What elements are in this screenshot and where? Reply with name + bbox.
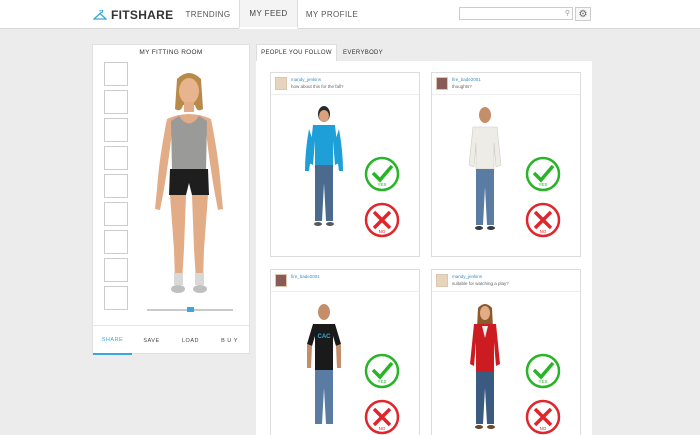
outfit-image[interactable]: CAC bbox=[291, 298, 357, 435]
garment-slot[interactable] bbox=[104, 258, 128, 282]
vote-no-label: NO bbox=[540, 229, 547, 234]
card-username[interactable]: fire_bade2001 bbox=[452, 77, 481, 82]
vote-yes-button[interactable]: YES bbox=[363, 352, 401, 390]
tab-people-you-follow[interactable]: PEOPLE YOU FOLLOW bbox=[256, 44, 337, 61]
card-header: fire_bade2001 bbox=[271, 270, 419, 292]
feed-card[interactable]: mandy_jenkins suitable for watching a pl… bbox=[431, 269, 581, 435]
avatar[interactable] bbox=[436, 77, 448, 90]
card-username[interactable]: mandy_jenkins bbox=[452, 274, 482, 279]
card-header: mandy_jenkins suitable for watching a pl… bbox=[432, 270, 580, 292]
card-header: fire_bade2001 thoughts? bbox=[432, 73, 580, 95]
settings-button[interactable]: ⚙ bbox=[575, 7, 591, 21]
card-message: how about this for the fall? bbox=[291, 84, 344, 89]
outfit-image[interactable] bbox=[452, 298, 518, 435]
vote-no-button[interactable]: NO bbox=[363, 201, 401, 239]
buy-button[interactable]: B U Y bbox=[210, 326, 249, 355]
card-header: mandy_jenkins how about this for the fal… bbox=[271, 73, 419, 95]
card-username[interactable]: fire_bade2001 bbox=[291, 274, 320, 279]
share-button[interactable]: SHARE bbox=[93, 326, 132, 355]
brand-name: FITSHARE bbox=[111, 8, 174, 22]
outfit-image[interactable] bbox=[291, 101, 357, 246]
search-input[interactable]: ⚲ bbox=[459, 7, 573, 20]
vote-no-button[interactable]: NO bbox=[524, 201, 562, 239]
feed-card[interactable]: mandy_jenkins how about this for the fal… bbox=[270, 72, 420, 257]
fitting-room-title: MY FITTING ROOM bbox=[139, 49, 203, 56]
vote-yes-label: YES bbox=[538, 182, 547, 187]
nav-my-feed[interactable]: MY FEED bbox=[239, 0, 298, 29]
garment-slot[interactable] bbox=[104, 202, 128, 226]
vote-yes-label: YES bbox=[377, 182, 386, 187]
feed-panel: mandy_jenkins how about this for the fal… bbox=[256, 61, 592, 435]
feed-card[interactable]: fire_bade2001 thoughts? YES NO bbox=[431, 72, 581, 257]
top-bar: FITSHARE TRENDING MY FEED MY PROFILE ⚲ ⚙ bbox=[0, 0, 700, 29]
load-button[interactable]: LOAD bbox=[171, 326, 210, 355]
garment-slot[interactable] bbox=[104, 146, 128, 170]
garment-slot[interactable] bbox=[104, 286, 128, 310]
vote-no-label: NO bbox=[540, 426, 547, 431]
vote-yes-button[interactable]: YES bbox=[524, 155, 562, 193]
feed-card[interactable]: fire_bade2001 CAC YES NO bbox=[270, 269, 420, 435]
search-icon[interactable]: ⚲ bbox=[565, 9, 570, 17]
avatar[interactable] bbox=[436, 274, 448, 287]
card-message: thoughts? bbox=[452, 84, 472, 89]
hanger-icon bbox=[93, 9, 107, 20]
vote-yes-button[interactable]: YES bbox=[524, 352, 562, 390]
garment-slot[interactable] bbox=[104, 62, 128, 86]
fitting-avatar bbox=[155, 73, 223, 293]
outfit-image[interactable] bbox=[452, 101, 518, 246]
vote-yes-label: YES bbox=[377, 379, 386, 384]
vote-no-label: NO bbox=[379, 229, 386, 234]
garment-slot[interactable] bbox=[104, 90, 128, 114]
garment-slot[interactable] bbox=[104, 118, 128, 142]
tab-everybody[interactable]: EVERYBODY bbox=[337, 44, 389, 61]
garment-slot[interactable] bbox=[104, 174, 128, 198]
logo[interactable]: FITSHARE bbox=[93, 7, 173, 23]
size-slider-handle[interactable] bbox=[187, 307, 194, 312]
vote-no-label: NO bbox=[379, 426, 386, 431]
card-username[interactable]: mandy_jenkins bbox=[291, 77, 321, 82]
nav-trending[interactable]: TRENDING bbox=[177, 0, 239, 29]
vote-yes-label: YES bbox=[538, 379, 547, 384]
save-button[interactable]: SAVE bbox=[132, 326, 171, 355]
avatar[interactable] bbox=[275, 274, 287, 287]
gear-icon: ⚙ bbox=[578, 8, 588, 20]
garment-slot[interactable] bbox=[104, 230, 128, 254]
fitting-actions: SHARE SAVE LOAD B U Y bbox=[93, 325, 249, 355]
avatar[interactable] bbox=[275, 77, 287, 90]
card-message: suitable for watching a play? bbox=[452, 281, 509, 286]
vote-no-button[interactable]: NO bbox=[524, 398, 562, 435]
vote-yes-button[interactable]: YES bbox=[363, 155, 401, 193]
fitting-room-panel: MY FITTING ROOM SHARE SAVE LOAD B U Y bbox=[92, 44, 250, 355]
shirt-print: CAC bbox=[318, 334, 332, 340]
nav-my-profile[interactable]: MY PROFILE bbox=[298, 0, 366, 29]
vote-no-button[interactable]: NO bbox=[363, 398, 401, 435]
